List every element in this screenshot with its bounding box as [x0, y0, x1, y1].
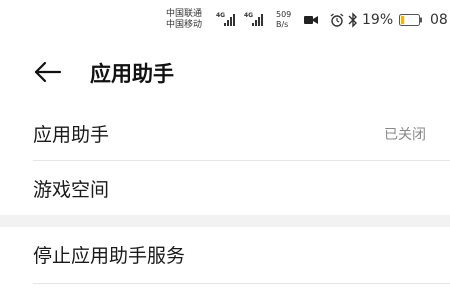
- stop-service-label: 停止应用助手服务: [33, 245, 186, 267]
- status-bar: 中国联通 中国移动 4G 4G 509 B/s 19% 08: [0, 0, 450, 40]
- battery-fill: [401, 16, 405, 24]
- battery-percent: 19%: [362, 12, 394, 28]
- page-title: 应用助手: [90, 62, 174, 86]
- carrier-names: 中国联通 中国移动: [166, 9, 202, 31]
- signal-indicators: 4G 4G: [216, 12, 276, 30]
- carrier-1: 中国联通: [166, 9, 203, 19]
- network-speed-unit: B/s: [276, 20, 289, 29]
- game-space-row[interactable]: 游戏空间: [0, 161, 450, 213]
- app-assistant-status: 已关闭: [384, 127, 426, 143]
- signal-2-icon: [252, 14, 263, 26]
- carrier-2: 中国移动: [166, 20, 203, 30]
- back-button[interactable]: [32, 58, 64, 86]
- app-assistant-label: 应用助手: [33, 124, 110, 146]
- app-assistant-row[interactable]: 应用助手 已关闭: [0, 106, 450, 160]
- divider: [33, 283, 450, 284]
- title-bar: 应用助手: [0, 48, 450, 98]
- alarm-icon: [330, 13, 344, 27]
- game-space-label: 游戏空间: [33, 179, 110, 201]
- network-speed-value: 509: [276, 10, 292, 19]
- section-separator: [0, 215, 450, 227]
- stop-service-row[interactable]: 停止应用助手服务: [0, 227, 450, 283]
- camera-icon: [304, 16, 318, 24]
- battery-icon: [399, 14, 422, 26]
- network-speed: 509 B/s: [276, 10, 291, 30]
- bluetooth-icon: [348, 12, 357, 28]
- back-arrow-icon: [34, 61, 62, 83]
- signal-1-icon: [224, 14, 235, 26]
- clock: 08: [430, 12, 448, 28]
